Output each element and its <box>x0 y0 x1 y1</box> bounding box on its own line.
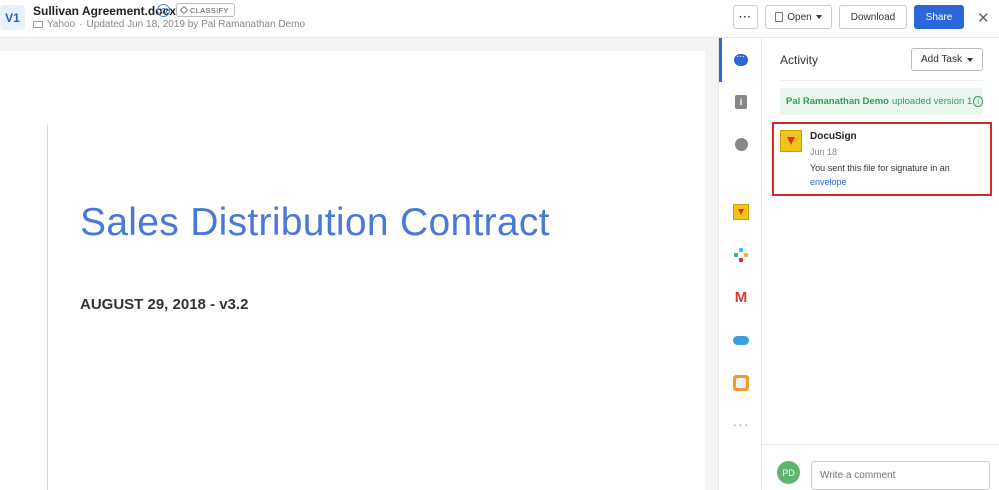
add-task-label: Add Task <box>921 54 962 65</box>
slack-icon[interactable] <box>732 246 750 264</box>
more-options-button[interactable]: ··· <box>733 5 758 29</box>
tag-icon <box>179 5 189 15</box>
salesforce-icon[interactable] <box>732 331 750 349</box>
more-icon[interactable]: ··· <box>732 415 750 433</box>
divider <box>780 80 983 81</box>
activity-icon[interactable] <box>732 51 750 69</box>
document-date: AUGUST 29, 2018 - v3.2 <box>80 296 249 313</box>
envelope-link[interactable]: envelope <box>810 177 847 187</box>
folder-link[interactable]: Yahoo <box>47 19 75 30</box>
panel-title: Activity <box>780 53 819 67</box>
version-badge[interactable]: V1 <box>0 5 25 30</box>
info-icon[interactable]: i <box>732 93 750 111</box>
box-notes-icon[interactable] <box>732 374 750 392</box>
classify-label: CLASSIFY <box>190 5 229 15</box>
gmail-icon[interactable]: M <box>732 288 750 306</box>
document-preview: Sales Distribution Contract AUGUST 29, 2… <box>0 38 718 490</box>
share-button[interactable]: Share <box>914 5 964 29</box>
sidebar-rail: i M ··· <box>718 38 762 490</box>
top-bar: V1 Sullivan Agreement.docx CLASSIFY Yaho… <box>0 0 999 38</box>
document-title: Sales Distribution Contract <box>80 201 550 244</box>
divider <box>762 444 999 445</box>
chevron-down-icon <box>966 57 973 62</box>
classify-button[interactable]: CLASSIFY <box>176 3 235 17</box>
version-upload-notice: Pal Ramanathan Demo uploaded version 1 i <box>780 88 983 115</box>
updated-text: Updated Jun 18, 2019 by Pal Ramanathan D… <box>86 19 306 30</box>
activity-panel: Activity Add Task Pal Ramanathan Demo up… <box>762 38 999 490</box>
card-text: You sent this file for signature in an e… <box>810 161 985 189</box>
close-icon[interactable]: ✕ <box>977 9 990 27</box>
comment-input[interactable] <box>811 461 990 490</box>
upload-user: Pal Ramanathan Demo <box>786 96 889 107</box>
page-margin-line <box>47 124 48 490</box>
file-name: Sullivan Agreement.docx <box>33 4 176 18</box>
docusign-activity-card[interactable]: DocuSign Jun 18 You sent this file for s… <box>772 122 992 196</box>
open-label: Open <box>787 11 812 23</box>
card-app-name: DocuSign <box>810 131 857 142</box>
upload-text: uploaded version 1 <box>891 96 973 107</box>
open-button[interactable]: Open <box>765 5 832 29</box>
card-message: You sent this file for signature in an <box>810 163 950 173</box>
file-meta: Yahoo · Updated Jun 18, 2019 by Pal Rama… <box>33 19 305 30</box>
docusign-icon[interactable] <box>732 203 750 221</box>
folder-icon <box>33 21 43 28</box>
chevron-down-icon <box>815 15 822 19</box>
add-task-button[interactable]: Add Task <box>911 48 983 71</box>
meta-separator: · <box>79 19 83 30</box>
document-icon <box>775 12 784 22</box>
card-date: Jun 18 <box>810 147 838 157</box>
info-circle-icon[interactable]: i <box>973 96 983 107</box>
document-page: Sales Distribution Contract AUGUST 29, 2… <box>0 51 705 490</box>
docusign-logo-icon <box>780 130 802 152</box>
active-indicator <box>719 38 722 82</box>
skills-icon[interactable] <box>732 135 750 153</box>
collaborators-icon[interactable] <box>157 4 170 17</box>
avatar: PD <box>777 461 800 484</box>
download-button[interactable]: Download <box>839 5 907 29</box>
